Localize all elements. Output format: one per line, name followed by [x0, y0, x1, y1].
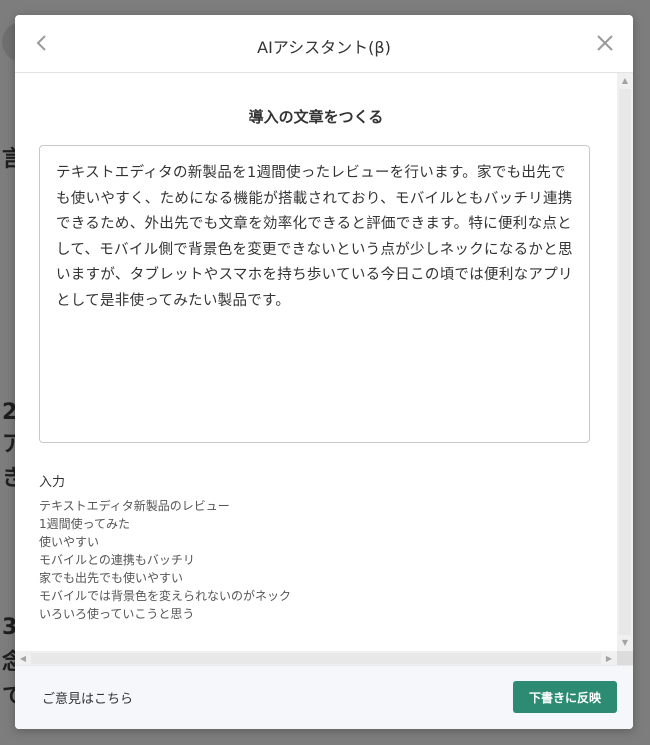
scrollbar-thumb[interactable] — [31, 653, 601, 664]
horizontal-scrollbar[interactable]: ◀ ▶ — [15, 651, 617, 666]
section-title: 導入の文章をつくる — [248, 108, 384, 126]
list-item: いろいろ使っていこうと思う — [39, 607, 195, 621]
generated-text-box[interactable]: テキストエディタの新製品を1週間使ったレビューを行います。家でも出先でも使いやす… — [39, 145, 590, 443]
list-item: 使いやすい — [39, 535, 100, 549]
input-list: テキストエディタ新製品のレビュー 1週間使ってみた 使いやすい モバイルとの連携… — [39, 497, 291, 623]
modal-scroll-area[interactable]: 導入の文章をつくる テキストエディタの新製品を1週間使ったレビューを行います。家… — [15, 73, 633, 666]
apply-to-draft-button[interactable]: 下書きに反映 — [513, 681, 617, 713]
list-item: モバイルとの連携もバッチリ — [39, 553, 195, 567]
modal-header: AIアシスタント(β) — [15, 15, 633, 73]
scrollbar-corner — [617, 651, 633, 666]
input-label: 入力 — [39, 475, 66, 490]
scrollbar-thumb[interactable] — [619, 89, 631, 635]
scroll-up-arrow-icon[interactable]: ▲ — [617, 74, 633, 88]
ai-assistant-modal: AIアシスタント(β) 導入の文章をつくる テキストエディタの新製品を1週間使っ… — [15, 15, 633, 729]
list-item: 家でも出先でも使いやすい — [39, 571, 184, 585]
close-icon[interactable] — [595, 33, 615, 53]
scroll-down-arrow-icon[interactable]: ▼ — [617, 636, 633, 650]
scroll-right-arrow-icon[interactable]: ▶ — [602, 651, 616, 666]
list-item: 1週間使ってみた — [39, 517, 131, 531]
modal-footer: ご意見はこちら 下書きに反映 — [15, 665, 633, 729]
scroll-left-arrow-icon[interactable]: ◀ — [16, 651, 30, 666]
feedback-link[interactable]: ご意見はこちら — [42, 688, 133, 707]
list-item: テキストエディタ新製品のレビュー — [39, 499, 230, 513]
vertical-scrollbar[interactable]: ▲ ▼ — [617, 73, 633, 651]
list-item: モバイルでは背景色を変えられないのがネック — [39, 589, 292, 603]
modal-content: 導入の文章をつくる テキストエディタの新製品を1週間使ったレビューを行います。家… — [15, 73, 617, 651]
modal-title: AIアシスタント(β) — [257, 38, 391, 57]
